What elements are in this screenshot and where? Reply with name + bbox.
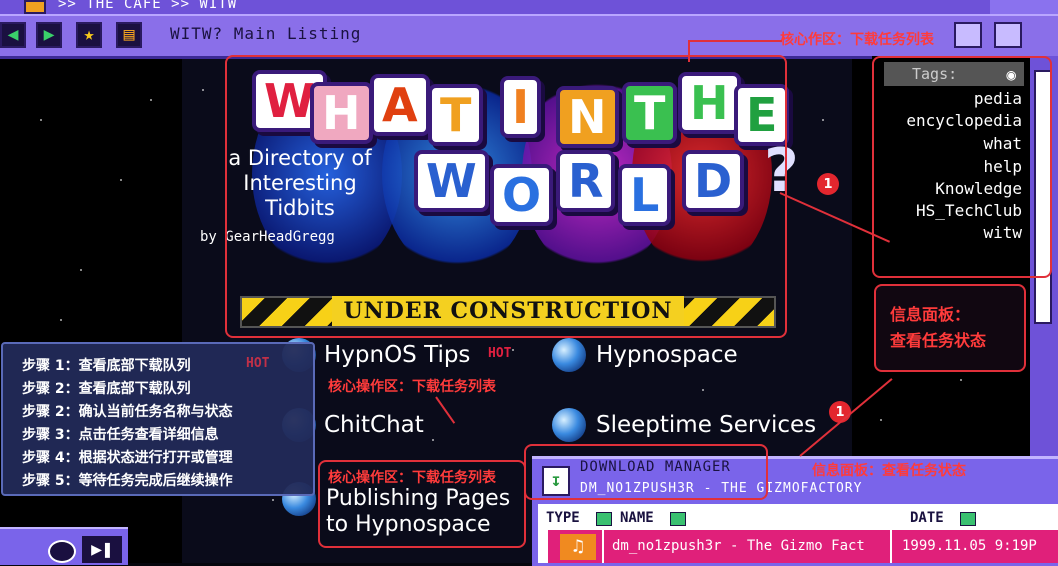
step-item: 步骤 1：查看底部下载队列 bbox=[22, 358, 191, 374]
home-icon[interactable] bbox=[24, 0, 46, 14]
music-file-icon: ♫ bbox=[560, 534, 596, 560]
link-hypnospace[interactable]: Hypnospace bbox=[596, 342, 738, 368]
step-item: 步骤 2：查看底部下载队列 bbox=[22, 381, 191, 397]
globe-icon bbox=[552, 408, 586, 442]
settings-icon[interactable] bbox=[994, 22, 1022, 48]
download-date: 1999.11.05 9:19P bbox=[902, 538, 1037, 554]
page-menu-icon[interactable]: ▤ bbox=[116, 22, 142, 48]
page-title: WITW? Main Listing bbox=[170, 24, 362, 43]
record-icon[interactable] bbox=[48, 540, 76, 563]
annotation-line bbox=[688, 40, 690, 62]
hot-badge: HOT bbox=[246, 356, 270, 371]
annotation-line bbox=[690, 40, 782, 42]
back-arrow-icon[interactable]: ◀ bbox=[0, 22, 26, 48]
step-item: 步骤 3：点击任务查看详细信息 bbox=[22, 427, 219, 443]
hot-badge: HOT bbox=[488, 346, 512, 361]
annotation-badge: 1 bbox=[817, 173, 839, 195]
annotation-core-area-low: 核心操作区：下载任务列表 bbox=[328, 470, 496, 486]
annotation-core-area-top: 核心作区：下载任务列表 bbox=[780, 32, 934, 48]
annotation-dm-box bbox=[524, 444, 768, 500]
annotation-core-area-box bbox=[225, 55, 787, 338]
link-chitchat[interactable]: ChitChat bbox=[324, 412, 424, 438]
breadcrumb: >> THE CAFE >> WITW bbox=[58, 0, 238, 12]
annotation-info-panel: 信息面板： 查看任务状态 bbox=[890, 305, 987, 350]
step-item: 步骤 5：等待任务完成后继续操作 bbox=[22, 473, 233, 489]
sort-icon[interactable] bbox=[596, 512, 612, 526]
link-hypnos-tips[interactable]: HypnOS Tips bbox=[324, 342, 470, 368]
download-name[interactable]: dm_no1zpush3r - The Gizmo Fact bbox=[612, 538, 865, 554]
annotation-info-inline: 信息面板：查看任务状态 bbox=[812, 463, 966, 479]
annotation-core-area-mid: 核心操作区：下载任务列表 bbox=[328, 379, 496, 395]
sort-icon[interactable] bbox=[960, 512, 976, 526]
annotation-tags-box bbox=[872, 56, 1052, 278]
column-name[interactable]: NAME bbox=[620, 510, 654, 526]
step-item: 步骤 2：确认当前任务名称与状态 bbox=[22, 404, 233, 420]
globe-icon bbox=[552, 338, 586, 372]
play-pause-icon[interactable]: ▶❚ bbox=[82, 536, 122, 563]
window-controls[interactable] bbox=[990, 0, 1058, 14]
favorite-star-icon[interactable]: ★ bbox=[76, 22, 102, 48]
column-divider bbox=[602, 530, 604, 563]
step-item: 步骤 4：根据状态进行打开或管理 bbox=[22, 450, 233, 466]
link-sleeptime-services[interactable]: Sleeptime Services bbox=[596, 412, 816, 438]
column-type[interactable]: TYPE bbox=[546, 510, 580, 526]
refresh-icon[interactable] bbox=[954, 22, 982, 48]
column-date[interactable]: DATE bbox=[910, 510, 944, 526]
forward-arrow-icon[interactable]: ▶ bbox=[36, 22, 62, 48]
sort-icon[interactable] bbox=[670, 512, 686, 526]
column-divider bbox=[890, 530, 892, 563]
